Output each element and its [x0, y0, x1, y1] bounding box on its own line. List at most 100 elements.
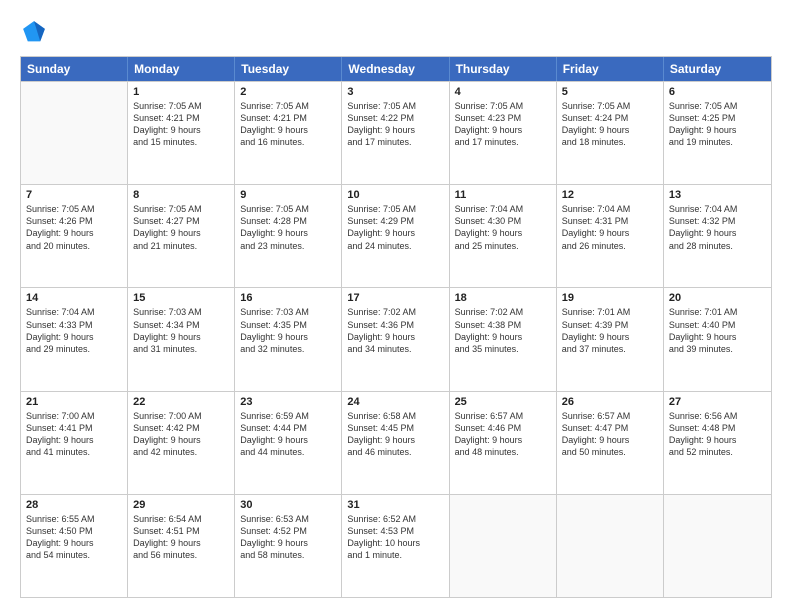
- cell-info-line: Daylight: 9 hours: [133, 227, 229, 239]
- cell-info-line: Sunrise: 7:05 AM: [26, 203, 122, 215]
- cell-info-line: Sunrise: 7:05 AM: [347, 100, 443, 112]
- day-cell-22: 22 Sunrise: 7:00 AMSunset: 4:42 PMDayligh…: [128, 392, 235, 494]
- day-number: 28: [26, 499, 122, 511]
- cell-info-line: Daylight: 9 hours: [669, 124, 766, 136]
- cell-info-line: Sunset: 4:28 PM: [240, 215, 336, 227]
- day-number: 12: [562, 189, 658, 201]
- weekday-header-wednesday: Wednesday: [342, 57, 449, 81]
- day-number: 18: [455, 292, 551, 304]
- cell-info-line: Sunset: 4:45 PM: [347, 422, 443, 434]
- cell-info-line: Daylight: 9 hours: [26, 434, 122, 446]
- cell-info-line: and 50 minutes.: [562, 446, 658, 458]
- cell-info-line: Sunrise: 7:00 AM: [26, 410, 122, 422]
- cell-info-line: Sunset: 4:42 PM: [133, 422, 229, 434]
- cell-info-line: Sunrise: 7:02 AM: [455, 306, 551, 318]
- cell-info-line: Sunrise: 7:02 AM: [347, 306, 443, 318]
- cell-info-line: and 34 minutes.: [347, 343, 443, 355]
- cell-info-line: Daylight: 9 hours: [133, 124, 229, 136]
- cell-info-line: Sunset: 4:27 PM: [133, 215, 229, 227]
- cell-info-line: Sunrise: 6:52 AM: [347, 513, 443, 525]
- cell-info-line: Daylight: 9 hours: [347, 227, 443, 239]
- cell-info-line: Daylight: 9 hours: [455, 331, 551, 343]
- cell-info-line: Sunrise: 7:04 AM: [455, 203, 551, 215]
- day-number: 17: [347, 292, 443, 304]
- day-cell-12: 12 Sunrise: 7:04 AMSunset: 4:31 PMDayligh…: [557, 185, 664, 287]
- cell-info-line: Daylight: 9 hours: [562, 227, 658, 239]
- cell-info-line: Daylight: 9 hours: [240, 537, 336, 549]
- cell-info-line: Sunset: 4:44 PM: [240, 422, 336, 434]
- day-cell-28: 28 Sunrise: 6:55 AMSunset: 4:50 PMDayligh…: [21, 495, 128, 597]
- cell-info-line: Sunrise: 7:04 AM: [562, 203, 658, 215]
- weekday-header-thursday: Thursday: [450, 57, 557, 81]
- cell-info-line: and 1 minute.: [347, 549, 443, 561]
- cell-info-line: Sunset: 4:47 PM: [562, 422, 658, 434]
- cell-info-line: Sunset: 4:38 PM: [455, 319, 551, 331]
- cell-info-line: Sunset: 4:22 PM: [347, 112, 443, 124]
- day-cell-23: 23Sunrise: 6:59 AMSunset: 4:44 PMDayligh…: [235, 392, 342, 494]
- day-cell-24: 24Sunrise: 6:58 AMSunset: 4:45 PMDayligh…: [342, 392, 449, 494]
- day-number: 20: [669, 292, 766, 304]
- calendar: SundayMondayTuesdayWednesdayThursdayFrid…: [20, 56, 772, 598]
- header: [20, 18, 772, 46]
- cell-info-line: and 42 minutes.: [133, 446, 229, 458]
- cell-info-line: and 48 minutes.: [455, 446, 551, 458]
- weekday-header-tuesday: Tuesday: [235, 57, 342, 81]
- cell-info-line: Sunset: 4:30 PM: [455, 215, 551, 227]
- cell-info-line: Sunrise: 7:01 AM: [562, 306, 658, 318]
- day-number: 15: [133, 292, 229, 304]
- cell-info-line: Sunrise: 7:00 AM: [133, 410, 229, 422]
- day-number: 25: [455, 396, 551, 408]
- cell-info-line: Sunset: 4:36 PM: [347, 319, 443, 331]
- day-number: 19: [562, 292, 658, 304]
- cell-info-line: Sunset: 4:31 PM: [562, 215, 658, 227]
- cell-info-line: Daylight: 9 hours: [133, 331, 229, 343]
- cell-info-line: Sunset: 4:24 PM: [562, 112, 658, 124]
- cell-info-line: Sunset: 4:48 PM: [669, 422, 766, 434]
- day-cell-10: 10Sunrise: 7:05 AMSunset: 4:29 PMDayligh…: [342, 185, 449, 287]
- cell-info-line: Sunrise: 7:03 AM: [240, 306, 336, 318]
- day-cell-20: 20Sunrise: 7:01 AMSunset: 4:40 PMDayligh…: [664, 288, 771, 390]
- cell-info-line: Sunset: 4:50 PM: [26, 525, 122, 537]
- cell-info-line: Daylight: 9 hours: [240, 434, 336, 446]
- cell-info-line: Sunrise: 7:04 AM: [669, 203, 766, 215]
- cell-info-line: Daylight: 9 hours: [669, 227, 766, 239]
- cell-info-line: and 26 minutes.: [562, 240, 658, 252]
- cell-info-line: Daylight: 9 hours: [562, 331, 658, 343]
- cell-info-line: Sunrise: 7:01 AM: [669, 306, 766, 318]
- cell-info-line: Sunset: 4:51 PM: [133, 525, 229, 537]
- day-cell-6: 6Sunrise: 7:05 AMSunset: 4:25 PMDaylight…: [664, 82, 771, 184]
- day-number: 13: [669, 189, 766, 201]
- day-cell-14: 14Sunrise: 7:04 AMSunset: 4:33 PMDayligh…: [21, 288, 128, 390]
- cell-info-line: Daylight: 9 hours: [562, 124, 658, 136]
- day-cell-13: 13Sunrise: 7:04 AMSunset: 4:32 PMDayligh…: [664, 185, 771, 287]
- cell-info-line: and 31 minutes.: [133, 343, 229, 355]
- cell-info-line: Daylight: 9 hours: [133, 434, 229, 446]
- cell-info-line: Daylight: 9 hours: [26, 537, 122, 549]
- cell-info-line: Sunset: 4:33 PM: [26, 319, 122, 331]
- cell-info-line: and 21 minutes.: [133, 240, 229, 252]
- cell-info-line: and 15 minutes.: [133, 136, 229, 148]
- cell-info-line: Sunrise: 7:05 AM: [347, 203, 443, 215]
- day-number: 6: [669, 86, 766, 98]
- cell-info-line: Daylight: 10 hours: [347, 537, 443, 549]
- day-cell-21: 21Sunrise: 7:00 AMSunset: 4:41 PMDayligh…: [21, 392, 128, 494]
- day-number: 16: [240, 292, 336, 304]
- cell-info-line: Sunset: 4:46 PM: [455, 422, 551, 434]
- day-cell-29: 29Sunrise: 6:54 AMSunset: 4:51 PMDayligh…: [128, 495, 235, 597]
- calendar-row-1: 7Sunrise: 7:05 AMSunset: 4:26 PMDaylight…: [21, 184, 771, 287]
- day-number: 29: [133, 499, 229, 511]
- cell-info-line: Daylight: 9 hours: [240, 331, 336, 343]
- cell-info-line: Sunset: 4:26 PM: [26, 215, 122, 227]
- empty-cell-r4c4: [450, 495, 557, 597]
- calendar-row-4: 28Sunrise: 6:55 AMSunset: 4:50 PMDayligh…: [21, 494, 771, 597]
- cell-info-line: Daylight: 9 hours: [347, 124, 443, 136]
- cell-info-line: Sunrise: 6:55 AM: [26, 513, 122, 525]
- cell-info-line: Sunset: 4:52 PM: [240, 525, 336, 537]
- day-number: 22: [133, 396, 229, 408]
- cell-info-line: Sunrise: 6:59 AM: [240, 410, 336, 422]
- calendar-body: 1Sunrise: 7:05 AMSunset: 4:21 PMDaylight…: [21, 81, 771, 597]
- day-cell-11: 11Sunrise: 7:04 AMSunset: 4:30 PMDayligh…: [450, 185, 557, 287]
- day-cell-8: 8Sunrise: 7:05 AMSunset: 4:27 PMDaylight…: [128, 185, 235, 287]
- day-cell-27: 27Sunrise: 6:56 AMSunset: 4:48 PMDayligh…: [664, 392, 771, 494]
- cell-info-line: Daylight: 9 hours: [562, 434, 658, 446]
